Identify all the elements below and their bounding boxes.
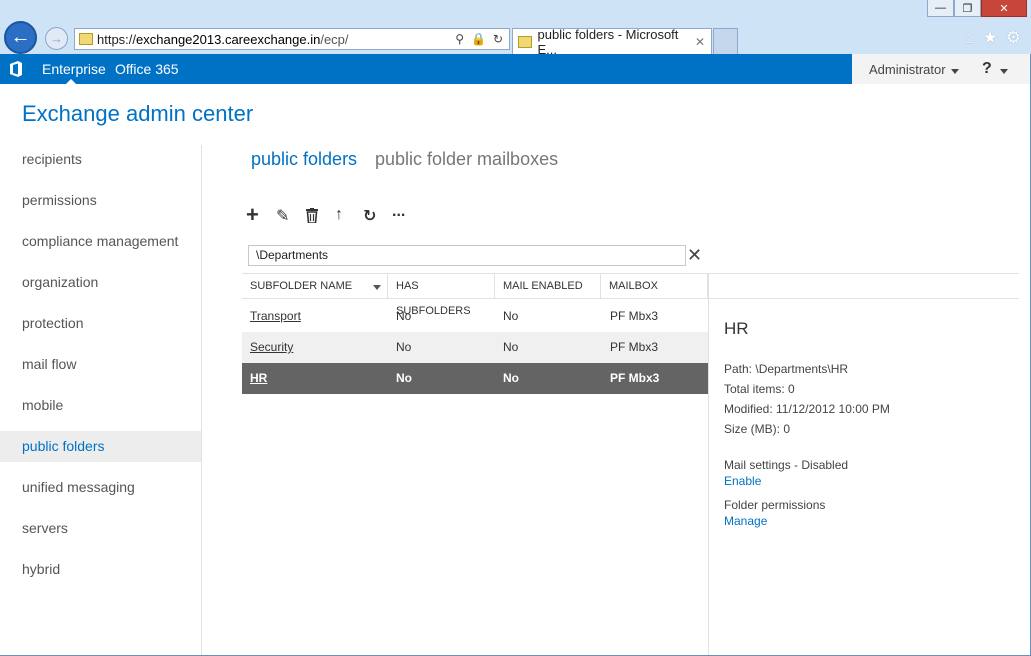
help-button[interactable]: ? (982, 60, 992, 78)
nav-item-servers[interactable]: servers (0, 513, 201, 544)
subfolder-name-link[interactable]: Security (250, 332, 293, 363)
nav-item-permissions[interactable]: permissions (0, 185, 201, 216)
nav-item-mail-flow[interactable]: mail flow (0, 349, 201, 380)
restore-button[interactable]: ❐ (954, 0, 981, 17)
minimize-button[interactable]: — (927, 0, 954, 17)
clear-search-icon[interactable]: ✕ (685, 245, 704, 266)
tab-close-icon[interactable]: ✕ (695, 35, 705, 49)
move-up-icon[interactable]: ↑ (335, 206, 343, 224)
site-favicon (79, 33, 93, 45)
nav-item-recipients[interactable]: recipients (0, 144, 201, 175)
table-row[interactable]: Security No No PF Mbx3 (242, 332, 708, 363)
has-subfolders-cell: No (396, 340, 412, 354)
refresh-icon[interactable]: ↻ (363, 206, 376, 226)
mail-enabled-cell: No (503, 340, 519, 354)
mailbox-cell: PF Mbx3 (610, 371, 660, 385)
table-row-selected[interactable]: HR No No PF Mbx3 (242, 363, 708, 394)
tab-title: public folders - Microsoft E... (537, 26, 679, 57)
browser-tab[interactable]: public folders - Microsoft E... ✕ (512, 26, 712, 57)
nav-divider (201, 145, 202, 655)
nav-item-unified-messaging[interactable]: unified messaging (0, 472, 201, 503)
back-arrow-icon: ← (10, 26, 31, 48)
column-mailbox[interactable]: MAILBOX (601, 274, 708, 298)
office365-link[interactable]: Office 365 (115, 61, 179, 77)
search-input[interactable]: \Departments (248, 245, 686, 266)
address-bar[interactable]: https://exchange2013.careexchange.in/ecp… (74, 28, 510, 50)
add-icon[interactable]: + (246, 202, 259, 228)
new-tab-button[interactable] (713, 28, 738, 54)
folder-permissions-label: Folder permissions (724, 498, 826, 512)
edit-icon[interactable]: ✎ (276, 206, 289, 226)
detail-pane-divider (708, 273, 709, 299)
nav-item-protection[interactable]: protection (0, 308, 201, 339)
enable-mail-link[interactable]: Enable (724, 474, 761, 488)
star-icon[interactable]: ★ (983, 28, 998, 48)
has-subfolders-cell: No (396, 309, 412, 323)
mail-enabled-cell: No (503, 309, 519, 323)
office-logo-icon[interactable] (9, 61, 23, 77)
home-icon[interactable]: ⌂ (964, 28, 974, 48)
forward-button[interactable]: → (45, 27, 68, 50)
tab-public-folders[interactable]: public folders (251, 149, 357, 170)
url-scheme: https:// (97, 31, 137, 47)
tab-public-folder-mailboxes[interactable]: public folder mailboxes (375, 149, 558, 170)
url-host: exchange2013.careexchange.in (136, 31, 321, 47)
tab-favicon (518, 35, 532, 48)
window-buttons: — ❐ ✕ (927, 0, 1027, 17)
table-row[interactable]: Transport No No PF Mbx3 (242, 301, 708, 332)
refresh-icon[interactable]: ↻ (493, 32, 503, 46)
nav-item-public-folders[interactable]: public folders (0, 431, 201, 462)
table-header: SUBFOLDER NAME HAS SUBFOLDERS MAIL ENABL… (242, 273, 1019, 317)
column-mail-enabled[interactable]: MAIL ENABLED (495, 274, 601, 298)
subfolder-name-link[interactable]: Transport (250, 301, 301, 332)
mail-enabled-cell: No (503, 371, 519, 385)
detail-path: Path: \Departments\HR (724, 362, 849, 376)
gear-icon[interactable]: ⚙ (1006, 28, 1021, 48)
nav-item-compliance-management[interactable]: compliance management (0, 226, 201, 257)
detail-size: Size (MB): 0 (724, 422, 791, 436)
lock-icon[interactable]: 🔒 (471, 32, 486, 46)
search-icon[interactable]: ⚲ (455, 32, 464, 46)
has-subfolders-cell: No (396, 371, 412, 385)
detail-total-items: Total items: 0 (724, 382, 795, 396)
column-has-subfolders[interactable]: HAS SUBFOLDERS (388, 274, 495, 317)
nav-item-hybrid[interactable]: hybrid (0, 554, 201, 585)
mail-settings-label: Mail settings - Disabled (724, 458, 849, 472)
enterprise-link[interactable]: Enterprise (42, 61, 106, 77)
close-window-button[interactable]: ✕ (981, 0, 1027, 17)
manage-permissions-link[interactable]: Manage (724, 514, 767, 528)
nav-item-organization[interactable]: organization (0, 267, 201, 298)
delete-icon[interactable] (305, 208, 319, 223)
browser-tools: ⌂ ★ ⚙ (964, 28, 1021, 48)
detail-modified: Modified: 11/12/2012 10:00 PM (724, 402, 890, 416)
sort-desc-icon[interactable] (373, 285, 381, 290)
chevron-down-icon[interactable] (951, 69, 959, 74)
active-caret-icon (66, 79, 76, 84)
app-title: Exchange admin center (22, 101, 254, 126)
chevron-down-icon[interactable] (1000, 69, 1008, 74)
detail-title: HR (724, 319, 749, 338)
mailbox-cell: PF Mbx3 (610, 340, 659, 354)
forward-arrow-icon: → (50, 31, 63, 46)
nav-item-mobile[interactable]: mobile (0, 390, 201, 421)
back-button[interactable]: ← (4, 21, 37, 54)
column-subfolder-name[interactable]: SUBFOLDER NAME (242, 274, 388, 298)
detail-pane-divider (708, 299, 709, 655)
subfolder-name-link[interactable]: HR (250, 363, 267, 394)
user-menu[interactable]: Administrator (869, 62, 946, 77)
more-icon[interactable]: ... (392, 203, 405, 221)
mailbox-cell: PF Mbx3 (610, 309, 659, 323)
url-path: /ecp/ (320, 31, 349, 47)
